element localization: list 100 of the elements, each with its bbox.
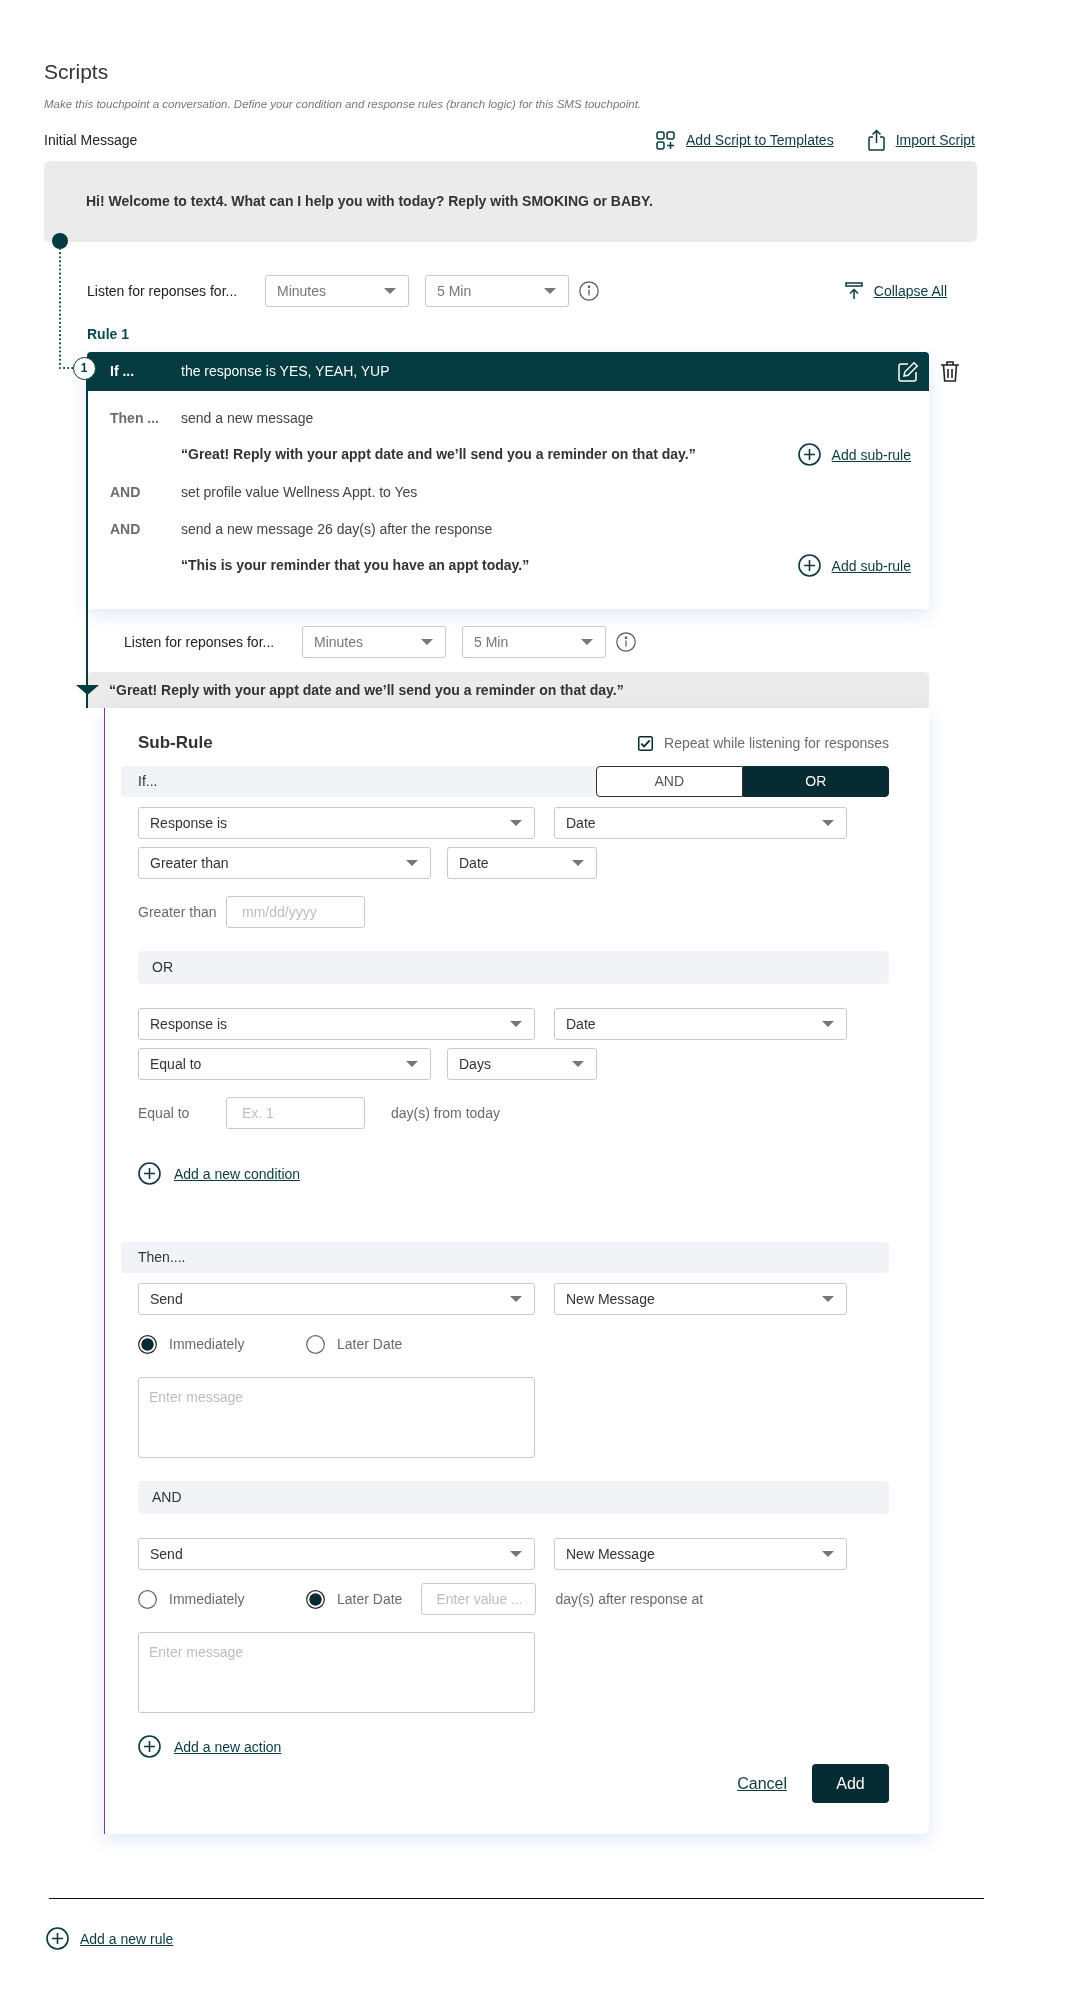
radio-label[interactable]: Later Date: [337, 1333, 403, 1355]
dropdown-select[interactable]: New Message: [554, 1538, 847, 1570]
caret-icon: [822, 1296, 834, 1302]
caret-icon: [510, 1296, 522, 1302]
caret-icon: [822, 1021, 834, 1027]
value-suffix: day(s) from today: [391, 1103, 500, 1123]
action-text: set profile value Wellness Appt. to Yes: [181, 483, 418, 502]
logic-toggle-option[interactable]: OR: [742, 766, 889, 797]
value-input[interactable]: Ex. 1: [226, 1097, 365, 1129]
add-to-templates-link[interactable]: Add Script to Templates: [656, 130, 834, 150]
dropdown-select[interactable]: Minutes: [302, 626, 446, 658]
joiner-label: OR: [152, 958, 173, 977]
radio-label[interactable]: Later Date: [337, 1588, 403, 1610]
caret-icon: [572, 1061, 584, 1067]
dropdown-select[interactable]: New Message: [554, 1283, 847, 1315]
caret-icon: [822, 820, 834, 826]
message-input[interactable]: Enter message: [138, 1632, 535, 1713]
caret-icon: [384, 288, 396, 294]
value-label: Equal to: [138, 1103, 191, 1123]
plus-circle-icon: [138, 1162, 161, 1185]
upload-icon: [867, 129, 885, 151]
info-icon[interactable]: [579, 281, 599, 301]
caret-icon: [406, 1061, 418, 1067]
radio-label[interactable]: Immediately: [169, 1333, 245, 1355]
connector-dot: [52, 233, 68, 249]
delay-input[interactable]: Enter value ...: [421, 1583, 537, 1615]
dropdown-select[interactable]: 5 Min: [425, 275, 569, 307]
checkbox-label: Repeat while listening for responses: [664, 733, 889, 753]
radio-button[interactable]: [306, 1589, 325, 1609]
dropdown-select[interactable]: Equal to: [138, 1048, 431, 1080]
caret-icon: [822, 1551, 834, 1557]
action-label: AND: [110, 483, 142, 502]
joiner-label: AND: [152, 1488, 182, 1507]
info-icon[interactable]: [616, 632, 636, 652]
add-rule-link[interactable]: Add a new rule: [46, 1927, 174, 1950]
plus-circle-icon: [46, 1927, 69, 1950]
plus-circle-icon: [138, 1735, 161, 1758]
if-label: If...: [138, 772, 158, 791]
add-condition-link[interactable]: Add a new condition: [138, 1162, 301, 1185]
message-quote: “Great! Reply with your appt date and we’ll send you a reminder on that day.”: [181, 445, 696, 464]
delay-suffix: day(s) after response at: [555, 1589, 704, 1609]
message-input[interactable]: Enter message: [138, 1377, 535, 1458]
sub-rule-title: Sub-Rule: [138, 732, 213, 755]
dropdown-select[interactable]: Response is: [138, 1008, 535, 1040]
triangle-marker-icon: [75, 685, 99, 695]
radio-button[interactable]: [138, 1334, 157, 1354]
action-text: send a new message: [181, 409, 314, 428]
trash-icon[interactable]: [940, 360, 960, 383]
condition-text: the response is YES, YEAH, YUP: [181, 362, 390, 381]
dropdown-select[interactable]: Send: [138, 1538, 535, 1570]
radio-button[interactable]: [306, 1334, 325, 1354]
parent-message-text: “Great! Reply with your appt date and we’ll send you a reminder on that day.”: [109, 680, 624, 700]
import-script-link[interactable]: Import Script: [867, 129, 975, 151]
caret-icon: [581, 639, 593, 645]
section-label: Initial Message: [44, 130, 138, 150]
rule-title: Rule 1: [87, 325, 130, 344]
add-sub-rule-link[interactable]: Add sub-rule: [797, 554, 911, 577]
logic-toggle-option[interactable]: AND: [596, 766, 743, 797]
edit-icon[interactable]: [897, 360, 919, 383]
condition-label: If ...: [110, 362, 136, 381]
dropdown-select[interactable]: Greater than: [138, 847, 431, 879]
page-title: Scripts: [44, 59, 110, 85]
action-label: AND: [110, 520, 142, 539]
caret-icon: [510, 1021, 522, 1027]
dropdown-select[interactable]: Days: [447, 1048, 597, 1080]
add-sub-rule-link[interactable]: Add sub-rule: [797, 443, 911, 466]
plus-circle-icon: [797, 443, 821, 466]
dropdown-select[interactable]: Date: [447, 847, 597, 879]
caret-icon: [510, 820, 522, 826]
dropdown-select[interactable]: Minutes: [265, 275, 409, 307]
checkbox[interactable]: [638, 735, 654, 751]
page-description: Make this touchpoint a conversation. Define your condition and response rules (branch logic) for this SMS touchpoint.: [44, 97, 643, 112]
radio-button[interactable]: [138, 1589, 157, 1609]
message-quote: “This is your reminder that you have an appt today.”: [181, 556, 530, 575]
collapse-icon: [844, 282, 863, 300]
caret-icon: [572, 860, 584, 866]
dropdown-select[interactable]: Response is: [138, 807, 535, 839]
value-label: Greater than: [138, 902, 218, 922]
collapse-all-link[interactable]: Collapse All: [844, 281, 947, 301]
dropdown-select[interactable]: Date: [554, 1008, 847, 1040]
dropdown-select[interactable]: Send: [138, 1283, 535, 1315]
dropdown-select[interactable]: 5 Min: [462, 626, 606, 658]
message-text: Hi! Welcome to text4. What can I help you with today? Reply with SMOKING or BABY.: [86, 192, 653, 211]
grid-plus-icon: [656, 130, 676, 150]
listen-label: Listen for reponses for...: [124, 632, 276, 652]
add-action-link[interactable]: Add a new action: [138, 1735, 282, 1758]
add-button[interactable]: Add: [812, 1764, 889, 1803]
listen-label: Listen for reponses for...: [87, 281, 239, 301]
dropdown-select[interactable]: Date: [554, 807, 847, 839]
then-label: Then....: [138, 1248, 186, 1267]
radio-label[interactable]: Immediately: [169, 1588, 245, 1610]
caret-icon: [544, 288, 556, 294]
caret-icon: [406, 860, 418, 866]
action-text: send a new message 26 day(s) after the response: [181, 520, 493, 539]
caret-icon: [421, 639, 433, 645]
value-input[interactable]: mm/dd/yyyy: [226, 896, 365, 928]
action-label: Then ...: [110, 409, 160, 428]
plus-circle-icon: [797, 554, 821, 577]
cancel-link[interactable]: Cancel: [737, 1771, 787, 1796]
caret-icon: [510, 1551, 522, 1557]
